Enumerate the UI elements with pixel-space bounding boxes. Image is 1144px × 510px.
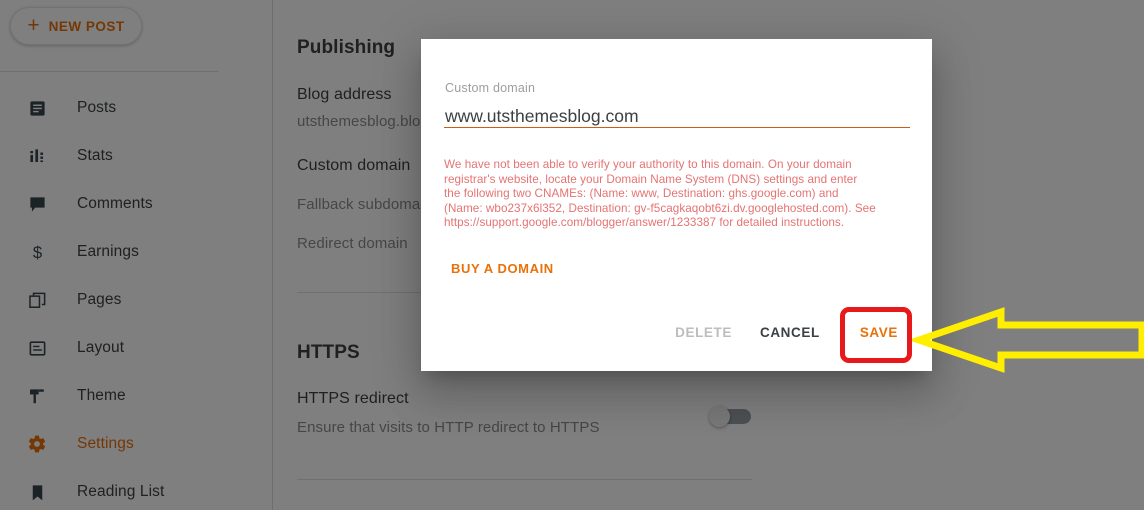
delete-button[interactable]: DELETE	[661, 317, 746, 348]
domain-verification-error: We have not been able to verify your aut…	[444, 158, 876, 229]
input-underline	[444, 127, 910, 128]
app-root: + NEW POST Posts	[0, 0, 1144, 510]
custom-domain-input[interactable]	[445, 102, 909, 130]
dialog-actions: DELETE CANCEL SAVE	[421, 317, 932, 348]
save-button[interactable]: SAVE	[842, 317, 916, 348]
cancel-button[interactable]: CANCEL	[746, 317, 834, 348]
custom-domain-dialog: Custom domain We have not been able to v…	[421, 39, 932, 371]
buy-a-domain-button[interactable]: BUY A DOMAIN	[451, 261, 554, 276]
custom-domain-field-label: Custom domain	[445, 81, 536, 95]
